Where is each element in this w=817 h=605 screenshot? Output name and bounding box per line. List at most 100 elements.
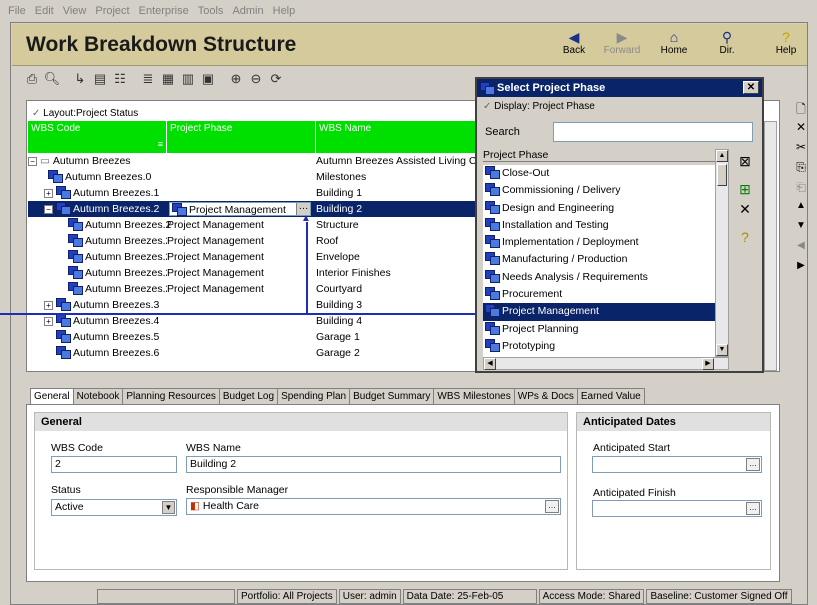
table-row[interactable]: Autumn Breezes.2 Project Management Courty… <box>28 281 483 297</box>
print-icon[interactable]: ⎙ <box>22 71 42 87</box>
list-item[interactable]: Prototyping <box>483 338 715 355</box>
expand-icon[interactable]: + <box>44 301 53 310</box>
table-row[interactable]: Autumn Breezes.5 Garage 1 <box>28 329 483 345</box>
tab-wbs-milestones[interactable]: WBS Milestones <box>433 388 515 404</box>
manager-field[interactable]: ◧ Health Care… <box>186 498 561 515</box>
layout-bar[interactable]: ✓ Layout:Project Status <box>28 108 533 121</box>
list-item[interactable]: Project Planning <box>483 321 715 338</box>
table-row[interactable]: Autumn Breezes.2 Project Management Roof <box>28 233 483 249</box>
hierarchy-icon[interactable]: ☷ <box>110 71 130 87</box>
tab-budget-log[interactable]: Budget Log <box>218 388 279 404</box>
tab-general[interactable]: General <box>30 388 74 404</box>
scroll-up-icon[interactable]: ▲ <box>716 150 728 162</box>
tab-planning-resources[interactable]: Planning Resources <box>122 388 220 404</box>
tab-earned-value[interactable]: Earned Value <box>576 388 645 404</box>
tab-spending-plan[interactable]: Spending Plan <box>277 388 351 404</box>
ellipsis-button[interactable]: … <box>746 502 760 515</box>
menu-admin[interactable]: Admin <box>232 5 263 17</box>
wbs-code-field[interactable]: 2 <box>51 456 177 473</box>
menu-edit[interactable]: Edit <box>35 5 54 17</box>
list-item[interactable]: Procurement <box>483 286 715 303</box>
delete-icon[interactable]: ✕ <box>794 120 808 134</box>
new-icon[interactable]: 🗋 <box>794 100 808 121</box>
indent-icon[interactable]: ↳ <box>70 71 90 87</box>
list-vertical-scrollbar[interactable]: ▲ ▼ <box>715 149 729 357</box>
list-horizontal-scrollbar[interactable]: ◀ ▶ <box>483 357 729 370</box>
scroll-thumb[interactable] <box>717 164 727 186</box>
print-preview-icon[interactable]: 🔍︎ <box>42 71 62 87</box>
scroll-down-icon[interactable]: ▼ <box>716 344 728 356</box>
table-row[interactable]: Autumn Breezes.2 Project Management Struct… <box>28 217 483 233</box>
filter-icon[interactable]: ▦ <box>158 71 178 87</box>
header-wbs-name[interactable]: WBS Name <box>316 121 486 153</box>
chart-icon[interactable]: ▣ <box>198 71 218 87</box>
directory-button[interactable]: ⚲ Dir. <box>705 29 749 56</box>
forward-button[interactable]: ▶ Forward <box>600 29 644 56</box>
cut-icon[interactable]: ✂ <box>794 140 808 154</box>
table-row-selected[interactable]: − Autumn Breezes.2 Project Management… Buil… <box>28 201 483 217</box>
tab-notebook[interactable]: Notebook <box>72 388 124 404</box>
scroll-left-icon[interactable]: ◀ <box>484 358 496 370</box>
table-row[interactable]: + Autumn Breezes.3 Building 3 <box>28 297 483 313</box>
paste-icon[interactable]: ⎗ <box>794 180 808 195</box>
expand-icon[interactable]: + <box>44 317 53 326</box>
outdent-icon[interactable]: ◀ <box>794 240 808 251</box>
ellipsis-button[interactable]: … <box>746 458 760 471</box>
table-row[interactable]: Autumn Breezes.2 Project Management Envelo… <box>28 249 483 265</box>
header-project-phase[interactable]: Project Phase <box>167 121 316 153</box>
column-menu-icon[interactable]: ≡ <box>158 139 163 149</box>
assign-icon[interactable]: ⊞ <box>735 181 755 198</box>
list-item[interactable]: Implementation / Deployment <box>483 234 715 251</box>
list-item[interactable]: Design and Engineering <box>483 200 715 217</box>
search-input[interactable] <box>553 122 753 142</box>
clear-assignment-icon[interactable]: ⊠ <box>735 153 755 170</box>
chevron-down-icon[interactable]: ▼ <box>162 501 175 514</box>
scroll-right-icon[interactable]: ▶ <box>702 358 714 370</box>
table-row[interactable]: + Autumn Breezes.1 Building 1 <box>28 185 483 201</box>
help-button[interactable]: ? Help <box>764 29 808 56</box>
list-item[interactable]: Needs Analysis / Requirements <box>483 269 715 286</box>
menu-view[interactable]: View <box>63 5 87 17</box>
zoom-out-icon[interactable]: ⊖ <box>246 71 266 87</box>
copy-icon[interactable]: ⎘ <box>794 160 808 175</box>
help-icon[interactable]: ? <box>735 229 755 245</box>
list-item-selected[interactable]: Project Management <box>483 303 715 321</box>
menu-enterprise[interactable]: Enterprise <box>139 5 189 17</box>
anticipated-start-field[interactable]: … <box>592 456 762 473</box>
refresh-icon[interactable]: ⟳ <box>266 71 286 87</box>
collapse-icon[interactable]: − <box>44 205 53 214</box>
display-bar[interactable]: ✓ Display: Project Phase <box>483 101 595 112</box>
layout-icon[interactable]: ▥ <box>178 71 198 87</box>
menu-help[interactable]: Help <box>273 5 296 17</box>
wbs-name-field[interactable]: Building 2 <box>186 456 561 473</box>
tab-budget-summary[interactable]: Budget Summary <box>349 388 435 404</box>
project-phase-editor[interactable]: Project Management… <box>169 202 311 216</box>
anticipated-finish-field[interactable]: … <box>592 500 762 517</box>
move-down-icon[interactable]: ▼ <box>794 220 808 231</box>
columns-icon[interactable]: ▤ <box>90 71 110 87</box>
list-header[interactable]: Project Phase <box>483 149 723 162</box>
table-row[interactable]: Autumn Breezes.6 Garage 2 <box>28 345 483 361</box>
menu-tools[interactable]: Tools <box>198 5 224 17</box>
group-sort-icon[interactable]: ≣ <box>138 71 158 87</box>
expand-icon[interactable]: + <box>44 189 53 198</box>
menu-project[interactable]: Project <box>95 5 129 17</box>
table-row[interactable]: Autumn Breezes.0 Milestones <box>28 169 483 185</box>
list-item[interactable]: Installation and Testing <box>483 217 715 234</box>
table-row[interactable]: − ▭ Autumn Breezes Autumn Breezes Assisted … <box>28 153 483 169</box>
list-item[interactable]: Commissioning / Delivery <box>483 182 715 199</box>
collapse-icon[interactable]: − <box>28 157 37 166</box>
table-row[interactable]: + Autumn Breezes.4 Building 4 <box>28 313 483 329</box>
tab-wps-docs[interactable]: WPs & Docs <box>513 388 578 404</box>
back-button[interactable]: ◀ Back <box>552 29 596 56</box>
list-item[interactable]: Manufacturing / Production <box>483 251 715 268</box>
status-select[interactable]: Active ▼ <box>51 499 177 516</box>
menu-file[interactable]: File <box>8 5 26 17</box>
zoom-in-icon[interactable]: ⊕ <box>226 71 246 87</box>
home-button[interactable]: ⌂ Home <box>652 29 696 56</box>
indent-right-icon[interactable]: ▶ <box>794 260 808 271</box>
move-up-icon[interactable]: ▲ <box>794 200 808 211</box>
close-icon[interactable]: ✕ <box>743 81 759 94</box>
grid-vertical-scrollbar[interactable] <box>764 121 777 371</box>
list-item[interactable]: Close-Out <box>483 165 715 182</box>
